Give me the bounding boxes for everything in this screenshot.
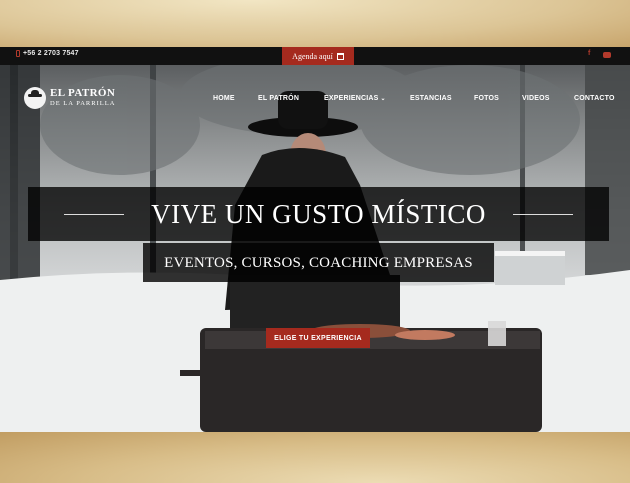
nav-item-videos[interactable]: VIDEOS	[522, 95, 550, 102]
nav-item-fotos[interactable]: FOTOS	[474, 95, 499, 102]
headline-banner: VIVE UN GUSTO MÍSTICO	[28, 187, 609, 241]
facebook-icon[interactable]: f	[588, 50, 590, 57]
nav-item-el-patron[interactable]: EL PATRÓN	[258, 95, 299, 102]
youtube-icon[interactable]	[603, 52, 611, 58]
calendar-icon	[336, 52, 344, 60]
nav-item-experiencias[interactable]: EXPERIENCIAS ⌄	[324, 95, 386, 102]
top-bar: +56 2 2703 7547 Agenda aquí f	[0, 47, 630, 65]
nav-item-home[interactable]: HOME	[213, 95, 235, 102]
paper-background-top	[0, 0, 630, 47]
nav-item-experiencias-label: EXPERIENCIAS	[324, 95, 379, 102]
phone-link[interactable]: +56 2 2703 7547	[16, 50, 79, 57]
headline-divider-right	[513, 214, 573, 215]
hero-subheadline: EVENTOS, CURSOS, COACHING EMPRESAS	[164, 255, 473, 271]
phone-icon	[16, 50, 20, 57]
agenda-button[interactable]: Agenda aquí	[282, 47, 354, 65]
choose-experience-button[interactable]: ELIGE TU EXPERIENCIA	[266, 328, 370, 348]
phone-number: +56 2 2703 7547	[23, 50, 79, 57]
brand-tagline: DE LA PARRILLA	[50, 100, 116, 108]
nav-item-contacto[interactable]: CONTACTO	[574, 95, 615, 102]
nav-item-estancias[interactable]: ESTANCIAS	[410, 95, 452, 102]
chevron-down-icon: ⌄	[380, 96, 386, 102]
subheadline-banner: EVENTOS, CURSOS, COACHING EMPRESAS	[143, 243, 494, 282]
agenda-label: Agenda aquí	[292, 51, 333, 61]
paper-background-bottom	[0, 432, 630, 483]
logo-emblem-icon	[24, 87, 46, 109]
brand-name: EL PATRÓN	[50, 87, 116, 100]
brand-logo[interactable]: EL PATRÓN DE LA PARRILLA	[24, 87, 115, 109]
